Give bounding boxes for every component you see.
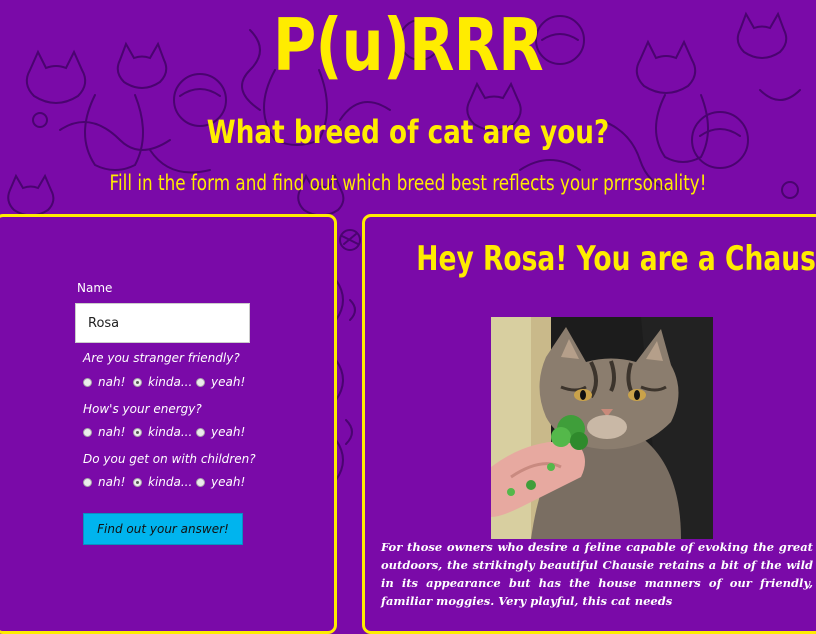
page-subtagline: Fill in the form and find out which bree… [109,171,707,195]
radio-button[interactable] [196,427,205,437]
radio-option-kinda[interactable]: kinda... [133,475,192,489]
radio-button[interactable] [83,377,92,387]
radio-option-nah[interactable]: nah! [83,375,125,389]
radio-label: yeah! [211,425,246,439]
result-title: Hey Rosa! You are a Chausie [416,239,816,279]
question-energy: How's your energy? [83,402,202,416]
radio-option-kinda[interactable]: kinda... [133,425,192,439]
name-label: Name [77,281,113,295]
question-children: Do you get on with children? [83,452,256,466]
result-description: For those owners who desire a feline cap… [381,540,813,608]
radio-group-stranger-friendly: nah! kinda... yeah! [83,375,303,391]
radio-option-yeah[interactable]: yeah! [196,425,245,439]
radio-option-yeah[interactable]: yeah! [196,475,245,489]
radio-option-yeah[interactable]: yeah! [196,375,245,389]
radio-option-nah[interactable]: nah! [83,425,125,439]
radio-label: nah! [98,425,126,439]
cat-photo [491,317,713,539]
radio-button[interactable] [83,427,92,437]
radio-button-checked[interactable] [133,427,142,437]
radio-label: kinda... [148,475,193,489]
name-input[interactable] [75,303,250,343]
radio-label: kinda... [148,375,193,389]
radio-label: nah! [98,475,126,489]
radio-button-checked[interactable] [133,377,142,387]
radio-button[interactable] [83,477,92,487]
quiz-form-panel: Name Are you stranger friendly? nah! kin… [0,214,337,634]
radio-option-kinda[interactable]: kinda... [133,375,192,389]
radio-label: yeah! [211,375,246,389]
radio-group-children: nah! kinda... yeah! [83,475,303,491]
radio-option-nah[interactable]: nah! [83,475,125,489]
radio-label: nah! [98,375,126,389]
radio-label: kinda... [148,425,193,439]
chausie-cat-image [491,317,713,539]
radio-label: yeah! [211,475,246,489]
radio-button[interactable] [196,377,205,387]
radio-button-checked[interactable] [133,477,142,487]
result-panel: Hey Rosa! You are a Chausie For those ow… [362,214,816,634]
question-stranger-friendly: Are you stranger friendly? [83,351,240,365]
page-tagline: What breed of cat are you? [206,113,610,151]
radio-button[interactable] [196,477,205,487]
submit-button[interactable]: Find out your answer! [83,513,243,545]
site-logo: P(u)RRR [273,3,544,87]
radio-group-energy: nah! kinda... yeah! [83,425,303,441]
